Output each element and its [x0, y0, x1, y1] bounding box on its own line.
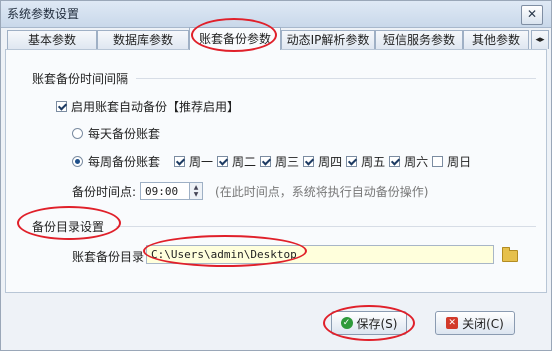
- backup-time-row: 备份时间点: 09:00 ▲ ▼ (在此时间点，系统将执行自动备份操作): [72, 182, 428, 200]
- backup-time-label: 备份时间点:: [72, 184, 137, 199]
- settings-window: 系统参数设置 ✕ 基本参数 数据库参数 账套备份参数 动态IP解析参数 短信服务…: [0, 0, 552, 351]
- save-button[interactable]: ✓ 保存(S): [331, 311, 407, 335]
- tab-other[interactable]: 其他参数: [463, 30, 529, 49]
- auto-backup-option[interactable]: 启用账套自动备份【推荐启用】: [56, 98, 239, 115]
- day-saturday[interactable]: 周六: [389, 153, 428, 170]
- day-sunday[interactable]: 周日: [432, 153, 471, 170]
- check-icon: ✓: [340, 317, 353, 329]
- window-title: 系统参数设置: [7, 7, 80, 21]
- close-x-icon: ✕: [526, 7, 538, 21]
- day-thursday[interactable]: 周四: [303, 153, 342, 170]
- tab-sms-service[interactable]: 短信服务参数: [375, 30, 463, 49]
- backup-time-input[interactable]: 09:00 ▲ ▼: [140, 182, 204, 200]
- window-close-button[interactable]: ✕: [521, 5, 543, 25]
- close-button-label: 关闭(C): [462, 316, 504, 331]
- day-checkbox[interactable]: [174, 156, 186, 167]
- title-bar: 系统参数设置 ✕: [1, 1, 551, 28]
- tab-strip: 基本参数 数据库参数 账套备份参数 动态IP解析参数 短信服务参数 其他参数 ◂…: [3, 27, 549, 50]
- daily-backup-radio[interactable]: [72, 128, 83, 139]
- backup-dir-title: 备份目录设置: [32, 220, 105, 234]
- tab-account-backup[interactable]: 账套备份参数: [189, 27, 281, 50]
- tab-database[interactable]: 数据库参数: [97, 30, 189, 49]
- save-button-label: 保存(S): [356, 316, 398, 331]
- backup-dir-path-field[interactable]: C:\Users\admin\Desktop: [146, 245, 494, 264]
- spin-down-icon[interactable]: ▼: [194, 191, 199, 198]
- time-spinner[interactable]: ▲ ▼: [189, 183, 203, 199]
- backup-time-hint: (在此时间点，系统将执行自动备份操作): [215, 184, 429, 199]
- tab-scroll-icon: ◂▸: [535, 35, 545, 45]
- auto-backup-label: 启用账套自动备份【推荐启用】: [71, 100, 240, 114]
- day-wednesday[interactable]: 周三: [260, 153, 299, 170]
- backup-dir-label: 账套备份目录: [72, 250, 145, 264]
- folder-browse-icon[interactable]: [502, 247, 518, 262]
- day-checkbox[interactable]: [217, 156, 229, 167]
- day-checkbox[interactable]: [303, 156, 315, 167]
- day-label: 周四: [318, 155, 343, 169]
- day-label: 周五: [361, 155, 386, 169]
- day-checkbox[interactable]: [260, 156, 272, 167]
- day-label: 周三: [275, 155, 300, 169]
- day-label: 周日: [447, 155, 472, 169]
- backup-settings-panel: 账套备份时间间隔 启用账套自动备份【推荐启用】 每天备份账套 每周备份账套 周一…: [5, 49, 547, 293]
- backup-interval-title: 账套备份时间间隔: [32, 72, 129, 86]
- daily-backup-label: 每天备份账套: [88, 127, 161, 141]
- tab-dynamic-ip[interactable]: 动态IP解析参数: [281, 30, 375, 49]
- tab-scroll-arrows[interactable]: ◂▸: [531, 30, 549, 49]
- close-button[interactable]: ✕ 关闭(C): [435, 311, 515, 335]
- weekly-backup-row: 每周备份账套 周一 周二 周三 周四 周五 周六 周日: [72, 153, 475, 170]
- day-label: 周一: [189, 155, 214, 169]
- tab-basic[interactable]: 基本参数: [7, 30, 97, 49]
- backup-time-value: 09:00: [145, 184, 179, 198]
- day-label: 周六: [404, 155, 429, 169]
- day-friday[interactable]: 周五: [346, 153, 385, 170]
- section-divider: [116, 226, 536, 227]
- day-monday[interactable]: 周一: [174, 153, 213, 170]
- day-tuesday[interactable]: 周二: [217, 153, 256, 170]
- spin-up-icon[interactable]: ▲: [194, 184, 199, 191]
- weekly-backup-label: 每周备份账套: [88, 155, 161, 169]
- day-checkbox[interactable]: [389, 156, 401, 167]
- daily-backup-option[interactable]: 每天备份账套: [72, 125, 160, 142]
- close-icon: ✕: [446, 317, 459, 329]
- day-label: 周二: [232, 155, 257, 169]
- auto-backup-checkbox[interactable]: [56, 101, 67, 112]
- weekly-backup-radio[interactable]: [72, 156, 83, 167]
- section-divider: [136, 78, 536, 79]
- day-checkbox[interactable]: [432, 156, 444, 167]
- day-checkbox[interactable]: [346, 156, 358, 167]
